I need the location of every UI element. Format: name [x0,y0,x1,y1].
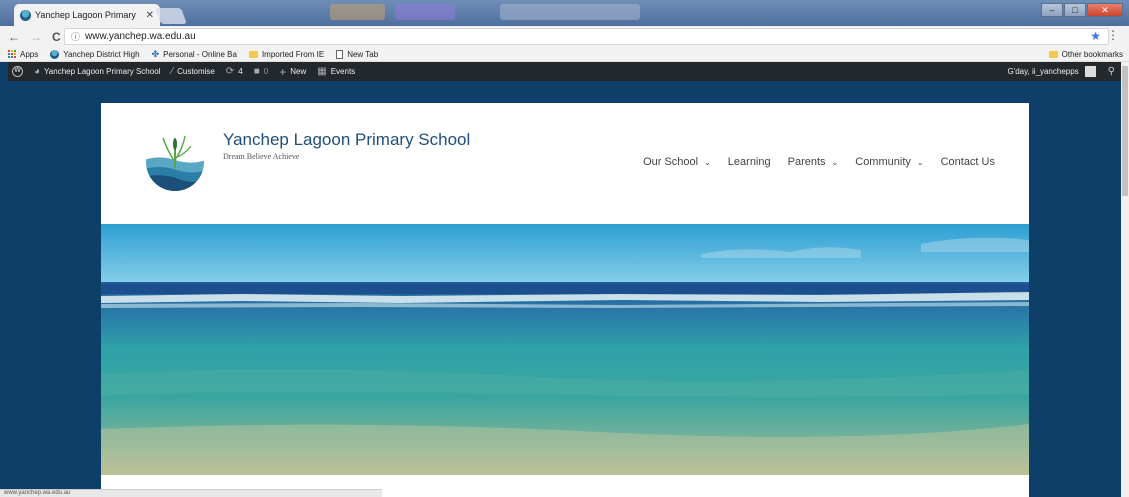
left-edge [0,62,8,497]
new-label: New [290,67,307,76]
updates-link[interactable]: ⟳ 4 [226,66,243,77]
events-label: Events [330,67,356,76]
bookmark-personal[interactable]: ✤ Personal - Online Ba [152,49,237,60]
dashboard-icon: ◕ [34,66,41,77]
new-content-link[interactable]: + New [279,65,306,79]
bookmark-yanchep-district[interactable]: Yanchep District High [50,49,140,59]
nav-label: Parents [787,156,826,168]
nav-label: Our School [643,156,699,168]
bookmark-label: Imported From IE [261,49,325,59]
folder-icon [1048,50,1058,58]
updates-count: 4 [238,67,243,76]
other-bookmarks-label: Other bookmarks [1061,49,1123,59]
user-greeting[interactable]: G'day, ii_yanchepps [1007,67,1078,76]
nav-label: Community [855,156,911,168]
nav-our-school[interactable]: Our School ⌄ [643,156,711,168]
nav-community[interactable]: Community ⌄ [855,156,923,168]
page-icon [336,49,344,59]
site-favicon-icon [20,9,31,21]
reload-icon[interactable]: C [52,30,61,44]
menu-dots-icon[interactable]: ⋮ [1107,28,1119,42]
nav-label: Contact Us [940,156,995,168]
scrollbar[interactable] [1121,62,1129,497]
status-bar: www.yanchep.wa.edu.au [0,489,382,497]
events-link[interactable]: ▦ Events [317,66,355,77]
forward-arrow-icon[interactable]: → [30,30,42,44]
bank-favicon-icon: ✤ [151,48,160,59]
bookmark-label: Apps [20,49,39,59]
chevron-down-icon: ⌄ [704,157,711,167]
plus-icon: + [279,64,287,79]
customise-label: Customise [177,67,215,76]
browser-window: Yanchep Lagoon Primary ✕ – □ ✕ ← → C ⓘ w… [0,0,1129,497]
folder-icon [248,50,258,58]
bookmarks-bar: Apps Yanchep District High ✤ Personal - … [0,47,1129,62]
other-bookmarks[interactable]: Other bookmarks [1048,49,1123,59]
bookmark-label: Yanchep District High [63,49,140,59]
bookmark-star-icon[interactable]: ★ [1090,29,1101,43]
back-arrow-icon[interactable]: ← [8,30,20,44]
comments-link[interactable]: ■ 0 [254,66,269,77]
chevron-down-icon: ⌄ [831,157,839,167]
school-logo[interactable] [139,132,211,192]
hero-beach-image [101,224,1029,475]
search-icon[interactable]: ⚲ [1108,66,1115,77]
admin-site-name[interactable]: ◕ Yanchep Lagoon Primary School [34,66,160,77]
scrollbar-thumb[interactable] [1122,66,1128,196]
comments-count: 0 [263,67,269,76]
url-field[interactable]: ⓘ www.yanchep.wa.edu.au [64,28,1109,45]
wp-admin-bar: W ◕ Yanchep Lagoon Primary School ⁄ Cust… [8,62,1121,81]
close-window-button[interactable]: ✕ [1087,3,1123,17]
calendar-icon: ▦ [317,66,327,77]
tab-title: Yanchep Lagoon Primary [35,10,136,20]
site-header: Yanchep Lagoon Primary School Dream Beli… [101,103,1029,224]
bookmark-new-tab[interactable]: New Tab [336,49,379,59]
admin-site-name-label: Yanchep Lagoon Primary School [44,67,161,76]
site-title[interactable]: Yanchep Lagoon Primary School [223,130,470,150]
apps-grid-icon [8,50,16,58]
nav-learning[interactable]: Learning [728,156,771,168]
nav-label: Learning [727,156,771,168]
close-tab-icon[interactable]: ✕ [146,10,154,21]
title-bar: Yanchep Lagoon Primary ✕ – □ ✕ [0,0,1129,26]
avatar[interactable] [1084,66,1096,77]
main-nav: Our School ⌄ Learning Parents ⌄ Communit… [643,156,995,168]
brush-icon: ⁄ [171,66,174,77]
navigation-bar: ← → C ⓘ www.yanchep.wa.edu.au ★ ⋮ [0,26,1129,47]
bookmark-label: Personal - Online Ba [163,49,237,59]
new-tab-button[interactable] [155,8,187,24]
browser-tab[interactable]: Yanchep Lagoon Primary ✕ [14,4,160,26]
maximize-button[interactable]: □ [1064,3,1086,17]
info-icon[interactable]: ⓘ [71,30,80,43]
customise-link[interactable]: ⁄ Customise [171,66,214,77]
bookmark-label: New Tab [347,49,379,59]
chevron-down-icon: ⌄ [916,157,924,167]
site-tagline: Dream Believe Achieve [223,152,300,161]
bookmark-apps[interactable]: Apps [8,50,38,59]
minimize-button[interactable]: – [1041,3,1063,17]
school-favicon-icon [50,49,60,59]
nav-parents[interactable]: Parents ⌄ [788,156,839,168]
wordpress-logo-icon[interactable]: W [12,66,23,77]
comment-icon: ■ [253,66,260,77]
nav-contact-us[interactable]: Contact Us [941,156,995,168]
url-text: www.yanchep.wa.edu.au [85,31,196,42]
updates-icon: ⟳ [225,66,235,77]
bookmark-imported-ie[interactable]: Imported From IE [248,49,325,59]
